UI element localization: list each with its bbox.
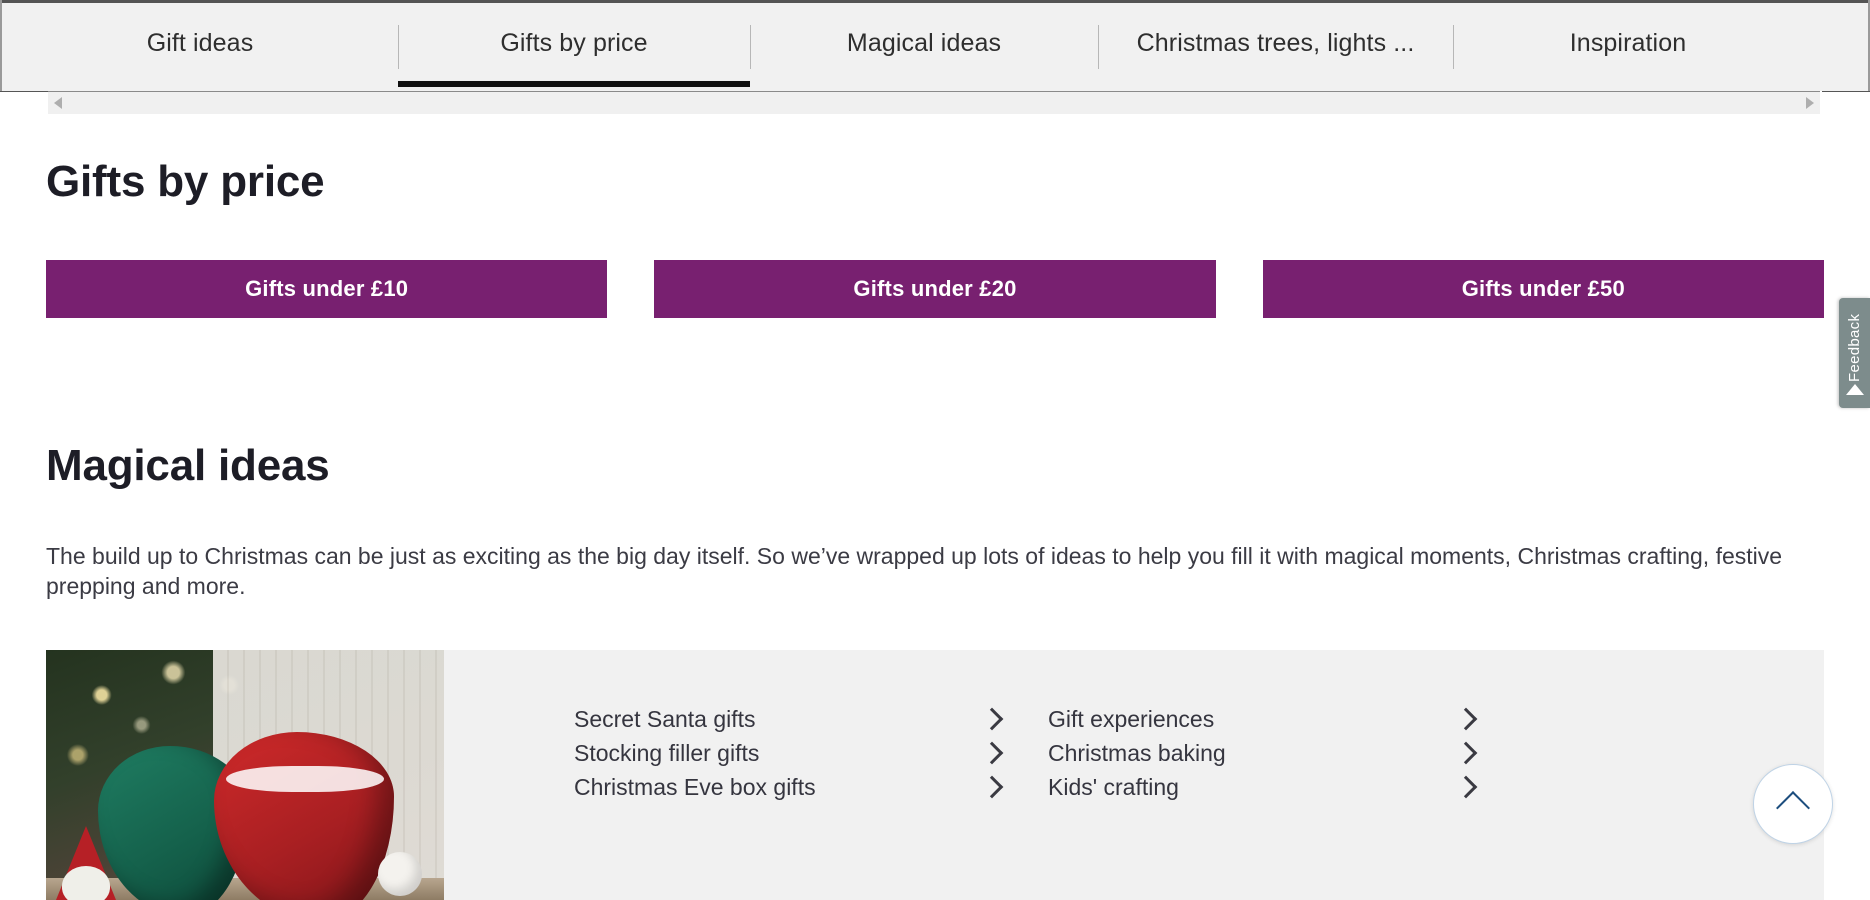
scroll-right-arrow-icon[interactable] <box>1806 97 1814 109</box>
magical-ideas-description: The build up to Christmas can be just as… <box>46 542 1783 600</box>
scroll-left-arrow-icon[interactable] <box>54 97 62 109</box>
chevron-right-icon <box>1454 775 1478 799</box>
tab-gifts-by-price[interactable]: Gifts by price <box>398 3 750 91</box>
page-content: Gifts by price Gifts under £10 Gifts und… <box>0 114 1870 900</box>
price-button-row: Gifts under £10 Gifts under £20 Gifts un… <box>46 260 1824 319</box>
scrollbar-left-gutter <box>0 91 48 114</box>
chevron-right-icon <box>1454 707 1478 731</box>
link-kids-crafting[interactable]: Kids' crafting <box>1048 770 1522 804</box>
magical-ideas-panel: Secret Santa gifts Stocking filler gifts… <box>46 649 1824 900</box>
photo-sack-trim <box>226 765 384 792</box>
content-container: Gifts by price Gifts under £10 Gifts und… <box>46 114 1824 900</box>
link-column-left: Secret Santa gifts Stocking filler gifts… <box>574 702 1048 900</box>
photo-red-sack <box>214 731 394 900</box>
link-gift-experiences[interactable]: Gift experiences <box>1048 702 1522 736</box>
link-christmas-baking[interactable]: Christmas baking <box>1048 736 1522 770</box>
tab-label: Gifts by price <box>500 29 648 57</box>
tab-magical-ideas[interactable]: Magical ideas <box>750 3 1098 91</box>
horizontal-scrollbar[interactable] <box>48 91 1820 114</box>
link-label: Stocking filler gifts <box>574 739 760 766</box>
magical-ideas-heading: Magical ideas <box>46 441 330 491</box>
christmas-sacks-photo <box>46 649 444 900</box>
link-label: Christmas Eve box gifts <box>574 773 816 800</box>
photo-gnome-beard <box>62 865 110 900</box>
tab-label: Magical ideas <box>846 29 1002 57</box>
tab-christmas-trees-lights[interactable]: Christmas trees, lights ... <box>1098 3 1453 91</box>
chevron-right-icon <box>980 707 1004 731</box>
photo-pompom <box>378 851 422 896</box>
tab-label: Gift ideas <box>146 29 254 57</box>
link-column-right: Gift experiences Christmas baking Kids' … <box>1048 702 1522 900</box>
back-to-top-button[interactable] <box>1753 764 1833 844</box>
gifts-by-price-heading: Gifts by price <box>46 157 325 206</box>
link-label: Kids' crafting <box>1048 773 1179 800</box>
triangle-up-icon <box>1845 384 1864 395</box>
link-label: Christmas baking <box>1048 739 1226 766</box>
page-frame: Gift ideas Gifts by price Magical ideas … <box>0 0 1870 900</box>
scrollbar-right-gutter <box>1822 91 1870 114</box>
link-label: Gift experiences <box>1048 705 1215 732</box>
link-secret-santa-gifts[interactable]: Secret Santa gifts <box>574 702 1048 736</box>
tab-gift-ideas[interactable]: Gift ideas <box>2 3 398 91</box>
magical-ideas-section: Magical ideas The build up to Christmas … <box>46 441 1824 900</box>
chevron-right-icon <box>980 775 1004 799</box>
category-tabbar: Gift ideas Gifts by price Magical ideas … <box>2 3 1868 91</box>
panel-link-columns: Secret Santa gifts Stocking filler gifts… <box>444 650 1824 900</box>
tab-inspiration[interactable]: Inspiration <box>1453 3 1803 91</box>
gifts-under-50-button[interactable]: Gifts under £50 <box>1262 260 1824 319</box>
chevron-right-icon <box>1454 741 1478 765</box>
gifts-under-20-button[interactable]: Gifts under £20 <box>654 260 1216 319</box>
chevron-up-icon <box>1776 791 1810 825</box>
link-label: Secret Santa gifts <box>574 705 756 732</box>
tab-active-underline <box>398 81 750 87</box>
tab-label: Christmas trees, lights ... <box>1136 29 1415 57</box>
link-stocking-filler-gifts[interactable]: Stocking filler gifts <box>574 736 1048 770</box>
feedback-tab[interactable]: Feedback <box>1839 298 1870 408</box>
link-christmas-eve-box-gifts[interactable]: Christmas Eve box gifts <box>574 770 1048 804</box>
chevron-right-icon <box>980 741 1004 765</box>
gifts-under-10-button[interactable]: Gifts under £10 <box>46 260 608 319</box>
feedback-tab-label: Feedback <box>1846 313 1863 382</box>
tab-label: Inspiration <box>1569 29 1687 57</box>
